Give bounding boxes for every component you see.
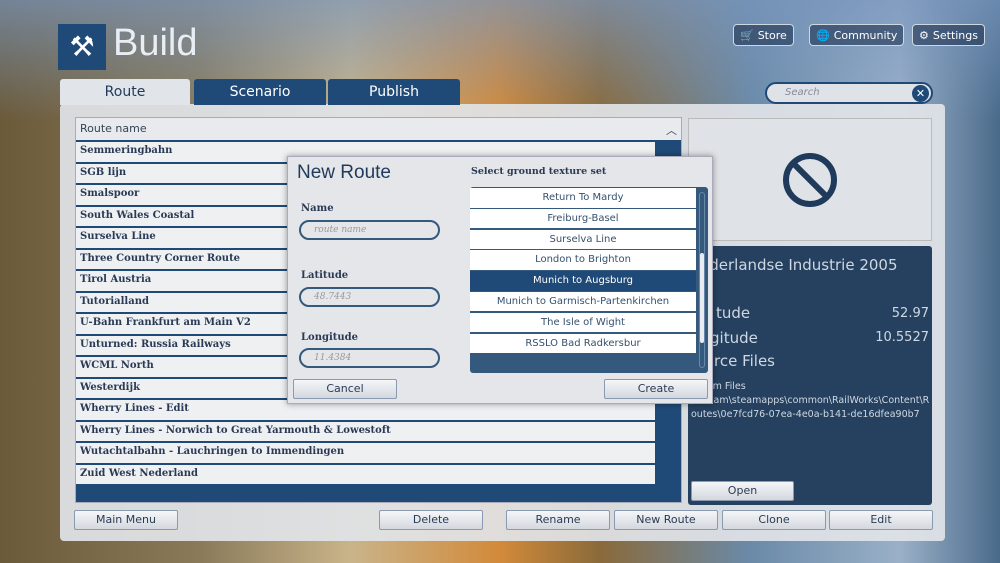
route-list-item[interactable]: Wutachtalbahn - Lauchringen to Immending…: [76, 443, 655, 463]
latitude-label: tude: [716, 304, 751, 322]
longitude-input[interactable]: 11.4384: [299, 348, 440, 368]
edit-button[interactable]: Edit: [829, 510, 933, 530]
route-list-header[interactable]: Route name ︿: [76, 118, 681, 140]
texture-item[interactable]: The Isle of Wight: [470, 312, 696, 333]
search-input[interactable]: Search: [765, 82, 933, 104]
no-image-icon: [783, 152, 837, 207]
settings-button[interactable]: ⚙ Settings: [912, 24, 985, 46]
longitude-label: Longitude: [301, 332, 359, 343]
community-button[interactable]: 🌐 Community: [809, 24, 905, 46]
texture-scrollbar[interactable]: [699, 192, 705, 368]
open-button[interactable]: Open: [691, 481, 794, 501]
texture-item[interactable]: Munich to Garmisch-Partenkirchen: [470, 291, 696, 312]
community-label: Community: [833, 28, 898, 42]
cart-icon: 🛒: [740, 28, 754, 42]
source-files-label: rce Files: [714, 352, 775, 370]
cancel-button[interactable]: Cancel: [293, 379, 397, 399]
delete-button[interactable]: Delete: [379, 510, 483, 530]
route-list-item[interactable]: Wherry Lines - Norwich to Great Yarmouth…: [76, 421, 655, 441]
store-label: Store: [757, 28, 787, 42]
settings-label: Settings: [932, 28, 978, 42]
globe-icon: 🌐: [816, 28, 830, 42]
tab-publish[interactable]: Publish: [328, 79, 460, 105]
longitude-label: gitude: [710, 329, 758, 347]
gear-icon: ⚙: [919, 28, 929, 42]
latitude-label: Latitude: [301, 270, 349, 281]
tab-scenario[interactable]: Scenario: [194, 79, 326, 105]
route-details-panel: ederlandse Industrie 2005 tude 52.97 git…: [688, 246, 932, 505]
sort-chevron-icon: ︿: [666, 124, 677, 137]
tab-route[interactable]: Route: [60, 79, 190, 105]
texture-item[interactable]: Munich to Augsburg: [470, 271, 696, 291]
name-input[interactable]: route name: [299, 220, 440, 240]
texture-item[interactable]: Freiburg-Basel: [470, 208, 696, 229]
dialog-title: New Route: [297, 162, 391, 183]
store-button[interactable]: 🛒 Store: [733, 24, 794, 46]
route-preview-image: [688, 118, 932, 241]
texture-label: Select ground texture set: [471, 166, 607, 177]
texture-item[interactable]: Surselva Line: [470, 229, 696, 250]
new-route-button[interactable]: New Route: [614, 510, 718, 530]
column-route-name: Route name: [80, 122, 147, 135]
route-list-item[interactable]: Zuid West Nederland: [76, 464, 655, 484]
clone-button[interactable]: Clone: [722, 510, 826, 530]
texture-item[interactable]: RSSLO Bad Radkersbur: [470, 333, 696, 354]
build-tools-icon: ⚒: [58, 24, 106, 70]
route-name: ederlandse Industrie 2005: [700, 256, 898, 274]
clear-search-icon[interactable]: ✕: [912, 85, 929, 102]
source-path: ogram Files )\Steam\steamapps\common\Rai…: [691, 381, 930, 420]
rename-button[interactable]: Rename: [506, 510, 610, 530]
latitude-value: 52.97: [891, 306, 929, 321]
create-button[interactable]: Create: [604, 379, 708, 399]
page-title: Build: [113, 22, 198, 64]
name-label: Name: [301, 203, 334, 214]
texture-list: Return To Mardy Freiburg-Basel Surselva Li…: [470, 187, 708, 373]
longitude-value: 10.5527: [875, 330, 929, 345]
latitude-input[interactable]: 48.7443: [299, 287, 440, 307]
main-menu-button[interactable]: Main Menu: [74, 510, 178, 530]
texture-item[interactable]: Return To Mardy: [470, 188, 696, 208]
new-route-dialog: New Route Name route name Latitude 48.74…: [287, 156, 713, 404]
texture-item[interactable]: London to Brighton: [470, 250, 696, 270]
